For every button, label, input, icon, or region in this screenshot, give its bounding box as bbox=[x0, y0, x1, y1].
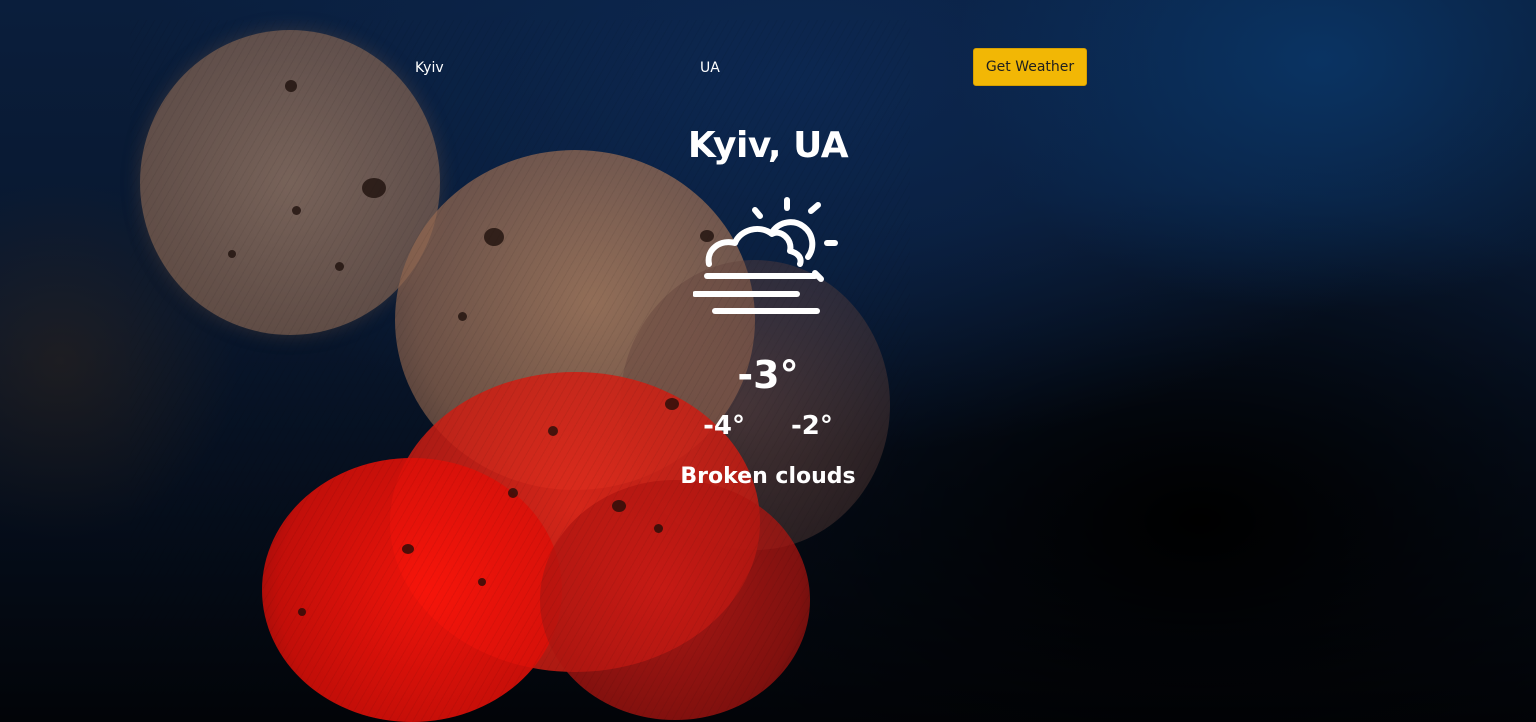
background-speck bbox=[458, 312, 467, 321]
get-weather-button[interactable]: Get Weather bbox=[973, 48, 1087, 86]
background-speck bbox=[292, 206, 301, 215]
background-speck bbox=[508, 488, 518, 498]
background-bokeh-light bbox=[0, 180, 240, 540]
country-input[interactable] bbox=[700, 57, 940, 79]
weather-card: Kyiv, UA -3° -4° -2° Broken clouds bbox=[568, 120, 968, 492]
partly-cloudy-fog-icon bbox=[693, 197, 838, 314]
background-speck bbox=[362, 178, 386, 198]
background-speck bbox=[548, 426, 558, 436]
background-bokeh-light bbox=[262, 458, 562, 722]
current-temperature: -3° bbox=[737, 353, 799, 397]
search-bar: Get Weather bbox=[0, 0, 1536, 110]
city-input[interactable] bbox=[415, 57, 655, 79]
background-speck bbox=[478, 578, 486, 586]
background-speck bbox=[484, 228, 504, 246]
min-temperature: -4° bbox=[703, 411, 745, 441]
background-speck bbox=[335, 262, 344, 271]
background-speck bbox=[654, 524, 663, 533]
background-speck bbox=[612, 500, 626, 512]
background-speck bbox=[298, 608, 306, 616]
max-temperature: -2° bbox=[791, 411, 833, 441]
location-title: Kyiv, UA bbox=[687, 125, 849, 166]
background-speck bbox=[402, 544, 414, 554]
weather-description: Broken clouds bbox=[680, 464, 856, 489]
temperature-range: -4° -2° bbox=[568, 410, 968, 442]
background-speck bbox=[228, 250, 236, 258]
background-bokeh-light bbox=[540, 480, 810, 720]
weather-app: Get Weather Kyiv, UA -3° -4° -2° Broken c… bbox=[0, 0, 1536, 722]
